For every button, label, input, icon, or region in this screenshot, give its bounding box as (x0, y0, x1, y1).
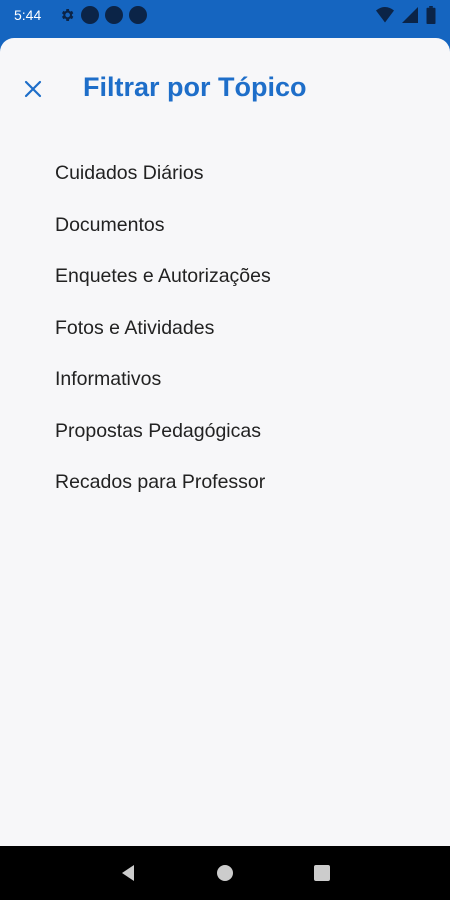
back-button[interactable] (116, 861, 140, 885)
signal-icon (402, 7, 418, 23)
topic-item[interactable]: Informativos (55, 354, 450, 406)
close-icon (24, 80, 42, 98)
system-nav-bar (0, 846, 450, 900)
status-left: 5:44 (14, 6, 148, 24)
back-icon (122, 865, 135, 881)
topic-item[interactable]: Documentos (55, 200, 450, 252)
status-time: 5:44 (14, 7, 42, 23)
status-bar: 5:44 (0, 0, 450, 30)
topic-item[interactable]: Fotos e Atividades (55, 303, 450, 355)
notification-dot-icon (81, 6, 100, 24)
topic-item[interactable]: Cuidados Diários (55, 148, 450, 200)
home-icon (216, 865, 233, 881)
sheet-header: Filtrar por Tópico (0, 38, 450, 142)
home-button[interactable] (213, 861, 237, 885)
topic-list: Cuidados Diários Documentos Enquetes e A… (0, 148, 450, 509)
topic-item[interactable]: Recados para Professor (55, 457, 450, 509)
wifi-icon (376, 7, 394, 23)
page-title: Filtrar por Tópico (83, 72, 307, 102)
recents-button[interactable] (310, 861, 334, 885)
topic-item[interactable]: Enquetes e Autorizações (55, 251, 450, 303)
battery-icon (426, 6, 436, 24)
notification-dot-icon (129, 6, 148, 24)
status-right (376, 6, 436, 24)
recents-icon (313, 865, 330, 881)
notification-dot-icon (105, 6, 124, 24)
close-button[interactable] (20, 76, 46, 102)
filter-sheet: Filtrar por Tópico Cuidados Diários Docu… (0, 38, 450, 846)
topic-item[interactable]: Propostas Pedagógicas (55, 406, 450, 458)
gear-icon (62, 9, 74, 21)
